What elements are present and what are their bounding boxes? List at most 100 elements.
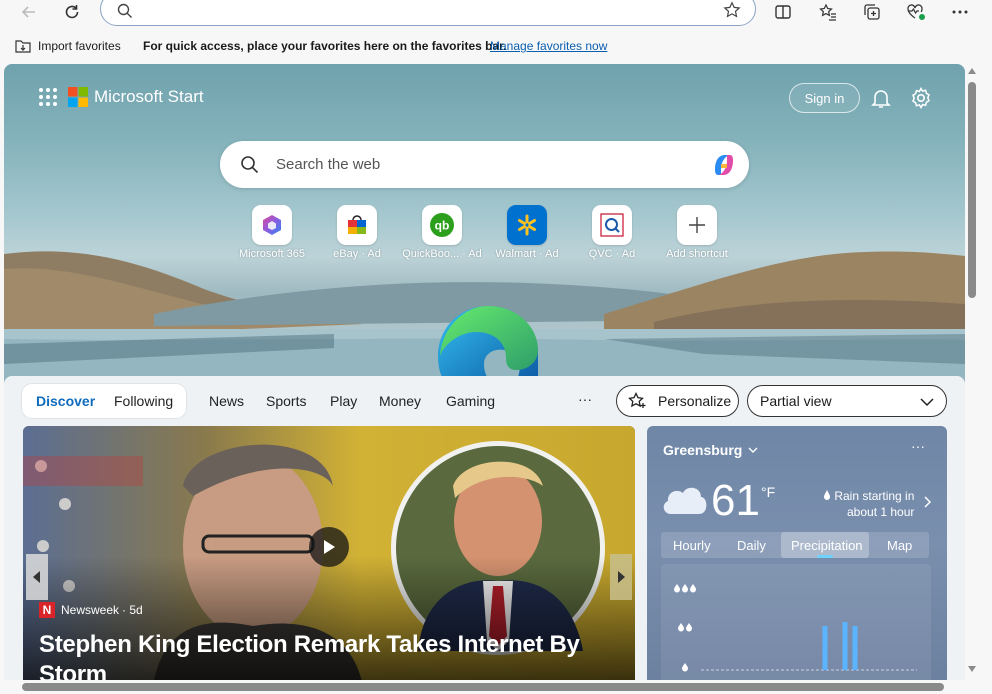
add-shortcut-button[interactable]: Add shortcut <box>657 205 737 260</box>
weather-tab-precipitation-label: Precipitation <box>791 538 863 553</box>
horizontal-scroll-thumb[interactable] <box>22 683 944 691</box>
import-favorites-button[interactable]: Import favorites <box>14 38 121 54</box>
more-dots-icon <box>952 10 968 14</box>
shortcut-tile <box>252 205 292 245</box>
settings-menu-button[interactable] <box>945 0 975 24</box>
new-tab-page: Microsoft Start Sign in Search the web M… <box>4 64 965 680</box>
shortcut-microsoft365[interactable]: Microsoft 365 <box>232 205 312 260</box>
vertical-scroll-thumb[interactable] <box>968 82 976 298</box>
hero-background: Microsoft Start Sign in Search the web M… <box>4 64 965 384</box>
precip-bar <box>842 622 848 670</box>
cloud-icon <box>663 487 707 514</box>
microsoft365-icon <box>263 215 281 235</box>
precip-bar <box>822 626 828 670</box>
chevron-left-icon <box>33 571 40 583</box>
collections-button[interactable] <box>857 0 887 24</box>
source-name: Newsweek <box>61 603 120 617</box>
split-screen-icon <box>775 5 791 19</box>
notifications-bell-icon[interactable] <box>869 86 893 110</box>
shortcut-ebay[interactable]: eBay · Ad <box>317 205 397 260</box>
refresh-icon <box>65 5 79 19</box>
tab-news[interactable]: News <box>209 393 244 409</box>
weather-tab-map[interactable]: Map <box>887 538 912 553</box>
tab-play[interactable]: Play <box>330 393 357 409</box>
chevron-right-icon[interactable] <box>924 496 932 508</box>
shortcut-label: Microsoft 365 <box>238 248 306 260</box>
tab-following[interactable]: Following <box>114 393 173 409</box>
weather-tab-daily[interactable]: Daily <box>737 538 766 553</box>
precip-bar <box>852 626 858 670</box>
favorites-bar: Import favorites For quick access, place… <box>0 30 992 62</box>
favorites-list-icon <box>819 3 836 21</box>
news-card[interactable]: N Newsweek · 5d Stephen King Election Re… <box>23 426 635 680</box>
tab-gaming[interactable]: Gaming <box>446 393 495 409</box>
scroll-up-arrow-icon[interactable] <box>968 68 976 74</box>
news-headline[interactable]: Stephen King Election Remark Takes Inter… <box>39 630 599 680</box>
search-icon <box>241 156 259 174</box>
weather-card[interactable]: Greensburg ··· 61 °F Rain starting in ab… <box>647 426 947 680</box>
more-tabs-button[interactable]: ··· <box>578 391 592 407</box>
personalize-label: Personalize <box>658 393 732 409</box>
rain-alert-line2: about 1 hour <box>847 505 915 519</box>
video-play-button[interactable] <box>309 527 349 567</box>
shortcut-tile <box>677 205 717 245</box>
sparkle-star-icon <box>628 391 646 408</box>
refresh-button[interactable] <box>57 0 87 24</box>
weather-tab-hourly[interactable]: Hourly <box>673 538 711 553</box>
chevron-down-icon <box>748 447 758 453</box>
view-mode-value: Partial view <box>760 393 832 409</box>
brand[interactable]: Microsoft Start <box>38 87 204 107</box>
shortcut-qvc[interactable]: QVC · Ad <box>572 205 652 260</box>
browser-essentials-button[interactable] <box>901 0 931 24</box>
back-arrow-icon <box>21 6 35 18</box>
shortcut-label: QuickBoo... · Ad <box>402 248 482 260</box>
shortcut-walmart[interactable]: Walmart · Ad <box>487 205 567 260</box>
shortcut-tile <box>507 205 547 245</box>
favorite-star-icon[interactable] <box>723 1 741 19</box>
sign-in-button[interactable]: Sign in <box>789 83 860 113</box>
temperature-unit[interactable]: °F <box>761 484 775 500</box>
address-bar[interactable] <box>100 0 756 26</box>
shortcut-label: Walmart · Ad <box>495 248 559 260</box>
shortcut-tile <box>337 205 377 245</box>
chevron-right-icon <box>618 571 625 583</box>
precipitation-chart <box>661 564 931 680</box>
moderate-rain-icon <box>678 623 692 632</box>
shortcut-tile <box>592 205 632 245</box>
favorites-button[interactable] <box>813 0 843 24</box>
carousel-prev-button[interactable] <box>26 554 48 600</box>
page-settings-gear-icon[interactable] <box>909 86 933 110</box>
newsweek-logo-icon: N <box>39 602 55 618</box>
web-search-box[interactable]: Search the web <box>220 141 749 188</box>
search-placeholder: Search the web <box>276 156 381 173</box>
horizontal-scrollbar[interactable] <box>4 680 965 694</box>
shortcut-tile: qb <box>422 205 462 245</box>
collections-icon <box>864 4 880 20</box>
svg-text:qb: qb <box>435 219 450 233</box>
precipitation-graph <box>674 584 917 672</box>
manage-favorites-link[interactable]: Manage favorites now <box>490 39 607 53</box>
tab-sports[interactable]: Sports <box>266 393 306 409</box>
rain-alert[interactable]: Rain starting in about 1 hour <box>823 488 914 520</box>
app-launcher-icon[interactable] <box>38 87 58 107</box>
carousel-next-button[interactable] <box>610 554 632 600</box>
copilot-icon[interactable] <box>709 150 739 180</box>
import-favorites-label: Import favorites <box>38 39 121 53</box>
back-button[interactable] <box>14 0 44 24</box>
shortcut-label: eBay · Ad <box>333 248 381 260</box>
active-tab-indicator <box>817 555 833 558</box>
personalize-button[interactable]: Personalize <box>616 385 739 417</box>
weather-location[interactable]: Greensburg <box>663 442 758 458</box>
tab-money[interactable]: Money <box>379 393 421 409</box>
split-screen-button[interactable] <box>768 0 798 24</box>
vertical-scrollbar[interactable] <box>965 64 979 680</box>
tab-discover[interactable]: Discover <box>36 393 95 409</box>
plus-icon <box>689 217 705 233</box>
weather-more-button[interactable]: ··· <box>911 438 925 454</box>
shortcut-quickbooks[interactable]: qb QuickBoo... · Ad <box>402 205 482 260</box>
ebay-bag-icon <box>348 215 366 234</box>
shortcuts-row: Microsoft 365 eBay · Ad qb QuickBoo... ·… <box>234 205 754 275</box>
view-mode-dropdown[interactable]: Partial view <box>747 385 947 417</box>
heart-pulse-icon <box>907 4 925 20</box>
scroll-down-arrow-icon[interactable] <box>968 666 976 672</box>
